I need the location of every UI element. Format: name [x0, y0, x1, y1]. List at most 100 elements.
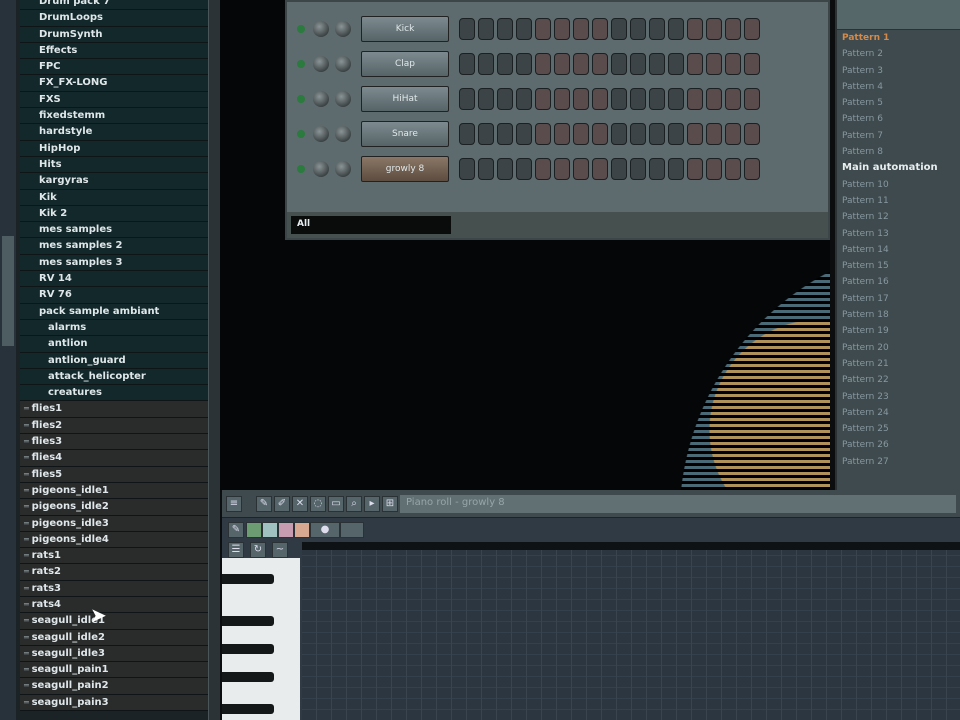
browser-folder[interactable]: Kik — [20, 189, 208, 206]
step-button[interactable] — [535, 18, 551, 40]
step-button[interactable] — [668, 18, 684, 40]
channel-mute-led[interactable] — [297, 60, 305, 68]
volume-knob[interactable] — [335, 91, 351, 107]
step-button[interactable] — [592, 53, 608, 75]
channel-button[interactable]: growly 8 — [361, 156, 449, 182]
step-button[interactable] — [573, 53, 589, 75]
list-icon[interactable]: ☰ — [228, 542, 244, 558]
browser-file[interactable]: seagull_pain1 — [20, 662, 208, 679]
browser-folder[interactable]: kargyras — [20, 173, 208, 190]
step-button[interactable] — [573, 18, 589, 40]
automation-pattern-item[interactable]: Pattern 12 — [837, 209, 960, 225]
pan-knob[interactable] — [313, 91, 329, 107]
step-button[interactable] — [706, 123, 722, 145]
automation-pattern-item[interactable]: Pattern 16 — [837, 274, 960, 290]
step-button[interactable] — [649, 158, 665, 180]
step-button[interactable] — [744, 123, 760, 145]
step-button[interactable] — [725, 158, 741, 180]
step-button[interactable] — [497, 18, 513, 40]
step-button[interactable] — [668, 53, 684, 75]
pattern-item[interactable]: Pattern 8 — [837, 144, 960, 160]
browser-file[interactable]: flies3 — [20, 434, 208, 451]
channel-mute-led[interactable] — [297, 130, 305, 138]
browser-folder[interactable]: mes samples — [20, 222, 208, 239]
black-key[interactable] — [222, 574, 274, 584]
automation-pattern-item[interactable]: Pattern 20 — [837, 340, 960, 356]
step-button[interactable] — [459, 53, 475, 75]
target-channel-button[interactable] — [340, 522, 364, 538]
volume-knob[interactable] — [335, 126, 351, 142]
browser-folder[interactable]: mes samples 3 — [20, 254, 208, 272]
browser-folder[interactable]: Effects — [20, 42, 208, 60]
volume-knob[interactable] — [335, 161, 351, 177]
step-button[interactable] — [630, 88, 646, 110]
step-button[interactable] — [516, 88, 532, 110]
step-button[interactable] — [744, 158, 760, 180]
pencil-icon[interactable]: ✎ — [228, 522, 244, 538]
step-button[interactable] — [516, 158, 532, 180]
browser-file[interactable]: rats4 — [20, 596, 208, 614]
browser-file[interactable]: seagull_pain2 — [20, 678, 208, 695]
paint-tool-icon[interactable]: ✐ — [274, 496, 290, 512]
step-button[interactable] — [516, 123, 532, 145]
step-button[interactable] — [573, 123, 589, 145]
step-button[interactable] — [611, 18, 627, 40]
channel-button[interactable]: Kick — [361, 16, 449, 42]
step-button[interactable] — [459, 18, 475, 40]
step-button[interactable] — [668, 123, 684, 145]
browser-folder[interactable]: FX_FX-LONG — [20, 75, 208, 92]
playback-tool-icon[interactable]: ▸ — [364, 496, 380, 512]
zoom-tool-icon[interactable]: ⌕ — [346, 496, 362, 512]
browser-folder[interactable]: Kik 2 — [20, 205, 208, 223]
automation-pattern-item[interactable]: Pattern 14 — [837, 242, 960, 258]
step-button[interactable] — [535, 158, 551, 180]
automation-pattern-item[interactable]: Pattern 24 — [837, 405, 960, 421]
browser-subfolder[interactable]: attack_helicopter — [20, 368, 208, 386]
browser-file[interactable]: flies4 — [20, 450, 208, 467]
automation-pattern-item[interactable]: Pattern 19 — [837, 323, 960, 339]
step-button[interactable] — [459, 158, 475, 180]
step-button[interactable] — [649, 53, 665, 75]
step-button[interactable] — [535, 88, 551, 110]
step-button[interactable] — [611, 123, 627, 145]
delete-tool-icon[interactable]: ✕ — [292, 496, 308, 512]
select-tool-icon[interactable]: ▭ — [328, 496, 344, 512]
step-button[interactable] — [630, 18, 646, 40]
browser-file[interactable]: seagull_pain3 — [20, 694, 208, 712]
step-button[interactable] — [478, 88, 494, 110]
step-button[interactable] — [554, 123, 570, 145]
pattern-item[interactable]: Pattern 4 — [837, 79, 960, 95]
browser-folder[interactable]: fixedstemm — [20, 108, 208, 125]
step-button[interactable] — [706, 88, 722, 110]
automation-pattern-item[interactable]: Pattern 15 — [837, 258, 960, 274]
browser-file[interactable]: flies5 — [20, 466, 208, 483]
browser-file[interactable]: flies1 — [20, 401, 208, 418]
step-button[interactable] — [725, 18, 741, 40]
pattern-item[interactable]: Pattern 7 — [837, 128, 960, 144]
step-button[interactable] — [554, 53, 570, 75]
automation-pattern-item[interactable]: Pattern 27 — [837, 454, 960, 470]
step-button[interactable] — [668, 88, 684, 110]
browser-left-scroll-thumb[interactable] — [2, 236, 14, 346]
step-button[interactable] — [592, 88, 608, 110]
step-button[interactable] — [744, 18, 760, 40]
step-button[interactable] — [497, 53, 513, 75]
channel-mute-led[interactable] — [297, 165, 305, 173]
step-button[interactable] — [459, 123, 475, 145]
step-button[interactable] — [668, 158, 684, 180]
step-button[interactable] — [611, 53, 627, 75]
pan-knob[interactable] — [313, 56, 329, 72]
step-button[interactable] — [687, 158, 703, 180]
browser-folder[interactable]: DrumSynth — [20, 26, 208, 43]
step-button[interactable] — [630, 53, 646, 75]
color-peach-button[interactable] — [294, 522, 310, 538]
browser-file[interactable]: rats3 — [20, 580, 208, 597]
browser-file[interactable]: flies2 — [20, 417, 208, 435]
step-button[interactable] — [687, 18, 703, 40]
black-key[interactable] — [222, 616, 274, 626]
step-button[interactable] — [497, 158, 513, 180]
browser-folder[interactable]: DrumLoops — [20, 10, 208, 27]
browser-file[interactable]: rats1 — [20, 548, 208, 565]
step-button[interactable] — [706, 158, 722, 180]
step-button[interactable] — [611, 88, 627, 110]
